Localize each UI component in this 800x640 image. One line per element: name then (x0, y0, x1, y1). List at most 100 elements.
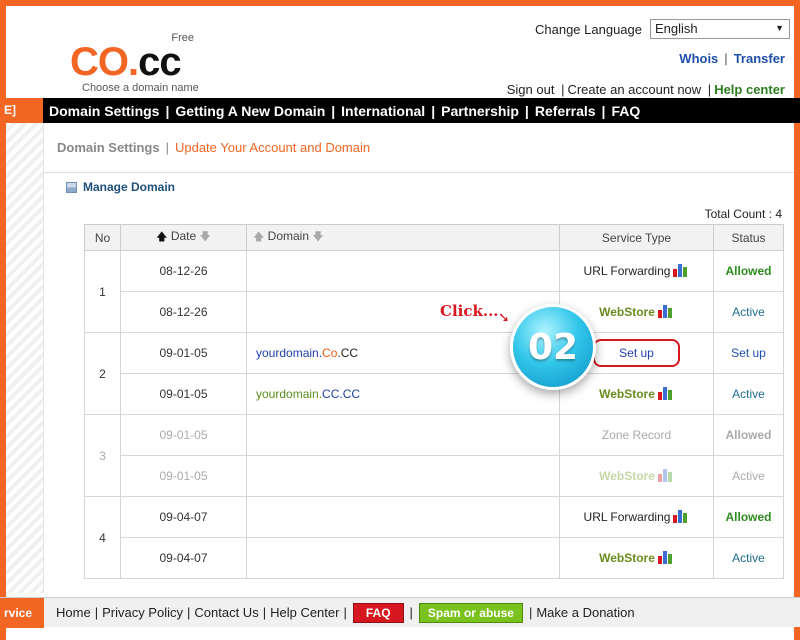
bar-chart-icon (673, 264, 689, 277)
main-nav: E] Domain Settings | Getting A New Domai… (0, 98, 800, 123)
nav-item-faq[interactable]: FAQ (605, 103, 646, 119)
footer-contact-link[interactable]: Contact Us (194, 605, 258, 620)
table-row: 08-12-26 WebStore Active (85, 291, 784, 333)
table-header-row: No 🡅 Date 🡇 🡅 Domain 🡇 Service Type Stat… (84, 224, 784, 251)
row-domain[interactable]: yourdomain.CC.CC (246, 373, 560, 415)
logo-mark: CO.cc (70, 40, 182, 84)
separator: | (724, 51, 728, 66)
row-no: 4 (84, 496, 121, 579)
service-label: WebStore (599, 469, 655, 483)
nav-item-partnership[interactable]: Partnership (435, 103, 525, 119)
signout-link[interactable]: Sign out (507, 82, 555, 97)
row-date: 09-01-05 (120, 414, 247, 456)
account-links: Sign out | Create an account now | Help ce… (507, 82, 785, 97)
footer-home-link[interactable]: Home (56, 605, 91, 620)
language-label: Change Language (535, 21, 642, 37)
create-account-link[interactable]: Create an account now (567, 82, 701, 97)
sort-down-icon[interactable]: 🡇 (200, 231, 211, 243)
divider (44, 172, 794, 173)
footer-donate-link[interactable]: Make a Donation (536, 605, 634, 620)
breadcrumb: Domain Settings | Update Your Account and … (57, 140, 370, 155)
separator: | (187, 605, 191, 620)
footer-faq-button[interactable]: FAQ (352, 602, 404, 623)
row-domain (246, 250, 560, 292)
help-center-link[interactable]: Help center (714, 82, 785, 97)
window-icon (66, 181, 77, 193)
language-select[interactable]: English ▼ (650, 19, 790, 39)
bar-chart-icon (657, 387, 674, 400)
row-date: 09-01-05 (120, 455, 247, 497)
col-date[interactable]: 🡅 Date 🡇 (120, 224, 247, 251)
row-date: 08-12-26 (120, 250, 247, 292)
row-status: Active (713, 291, 784, 333)
row-no: 3 (84, 414, 121, 497)
footer-spam-button[interactable]: Spam or abuse (418, 602, 523, 623)
sort-up-icon[interactable]: 🡅 (156, 231, 167, 243)
total-count: Total Count : 4 (704, 207, 782, 221)
row-service[interactable]: URL Forwarding (559, 250, 714, 292)
row-status: Set up (713, 332, 784, 374)
table-row: 4 09-04-07 URL Forwarding Allowed (84, 496, 784, 579)
sort-down-icon[interactable]: 🡇 (312, 231, 323, 243)
frame-top (0, 0, 800, 6)
site-logo[interactable]: Free CO.cc Choose a domain name (70, 30, 200, 94)
row-service: WebStore (559, 455, 714, 497)
transfer-link[interactable]: Transfer (734, 51, 785, 66)
col-status: Status (713, 224, 784, 251)
step-badge: 02 (510, 304, 596, 390)
footer-side-tab[interactable]: rvice (0, 597, 44, 628)
row-service[interactable]: WebStore (559, 373, 714, 415)
separator: | (165, 140, 169, 155)
side-pattern (6, 123, 44, 593)
nav-item-referrals[interactable]: Referrals (529, 103, 602, 119)
whois-link[interactable]: Whois (679, 51, 718, 66)
step-number: 02 (527, 326, 579, 368)
service-label: URL Forwarding (583, 264, 671, 278)
breadcrumb-sub[interactable]: Update Your Account and Domain (175, 140, 370, 155)
setup-button[interactable]: Set up (593, 339, 680, 367)
row-status: Active (713, 373, 784, 415)
col-domain-label: Domain (267, 229, 310, 243)
top-links: Whois | Transfer (679, 51, 785, 66)
nav-item-new-domain[interactable]: Getting A New Domain (169, 103, 331, 119)
row-status: Active (713, 455, 784, 497)
frame-right (794, 0, 800, 640)
row-service[interactable]: WebStore (559, 537, 714, 579)
footer-privacy-link[interactable]: Privacy Policy (102, 605, 183, 620)
row-domain (246, 537, 560, 579)
separator: | (561, 82, 565, 97)
manage-domain-title: Manage Domain (83, 180, 176, 194)
bar-chart-icon (657, 305, 674, 318)
service-label: WebStore (599, 387, 655, 401)
language-switcher: Change Language English ▼ (535, 19, 790, 39)
service-label: WebStore (599, 305, 655, 319)
separator: | (343, 605, 347, 620)
table-row: 3 09-01-05 Zone Record Allowed (84, 414, 784, 497)
setup-status-link[interactable]: Set up (731, 346, 766, 360)
row-status: Allowed (713, 414, 784, 456)
col-service-type: Service Type (559, 224, 714, 251)
row-date: 09-01-05 (120, 332, 247, 374)
separator: | (707, 82, 712, 97)
chevron-down-icon: ▼ (775, 23, 784, 33)
row-domain (246, 414, 560, 456)
table-row: 09-01-05 yourdomain.CC.CC WebStore Activ… (85, 373, 784, 415)
breadcrumb-main[interactable]: Domain Settings (57, 140, 160, 155)
nav-item-domain-settings[interactable]: Domain Settings (43, 103, 165, 119)
row-service[interactable]: URL Forwarding (559, 496, 714, 538)
row-domain (246, 455, 560, 497)
row-no: 2 (84, 332, 121, 415)
col-domain[interactable]: 🡅 Domain 🡇 (246, 224, 560, 251)
footer-help-link[interactable]: Help Center (270, 605, 339, 620)
nav-side-tab[interactable]: E] (0, 98, 43, 123)
bar-chart-icon (673, 510, 689, 523)
table-row: 09-01-05 WebStore Active (85, 455, 784, 497)
click-annotation: Click... (440, 302, 499, 320)
nav-item-international[interactable]: International (335, 103, 431, 119)
service-label: URL Forwarding (583, 510, 671, 524)
col-date-label: Date (170, 229, 197, 243)
row-service: Zone Record (559, 414, 714, 456)
row-domain (246, 496, 560, 538)
arrow-icon: ➘ (498, 309, 510, 325)
sort-up-icon[interactable]: 🡅 (253, 231, 264, 243)
